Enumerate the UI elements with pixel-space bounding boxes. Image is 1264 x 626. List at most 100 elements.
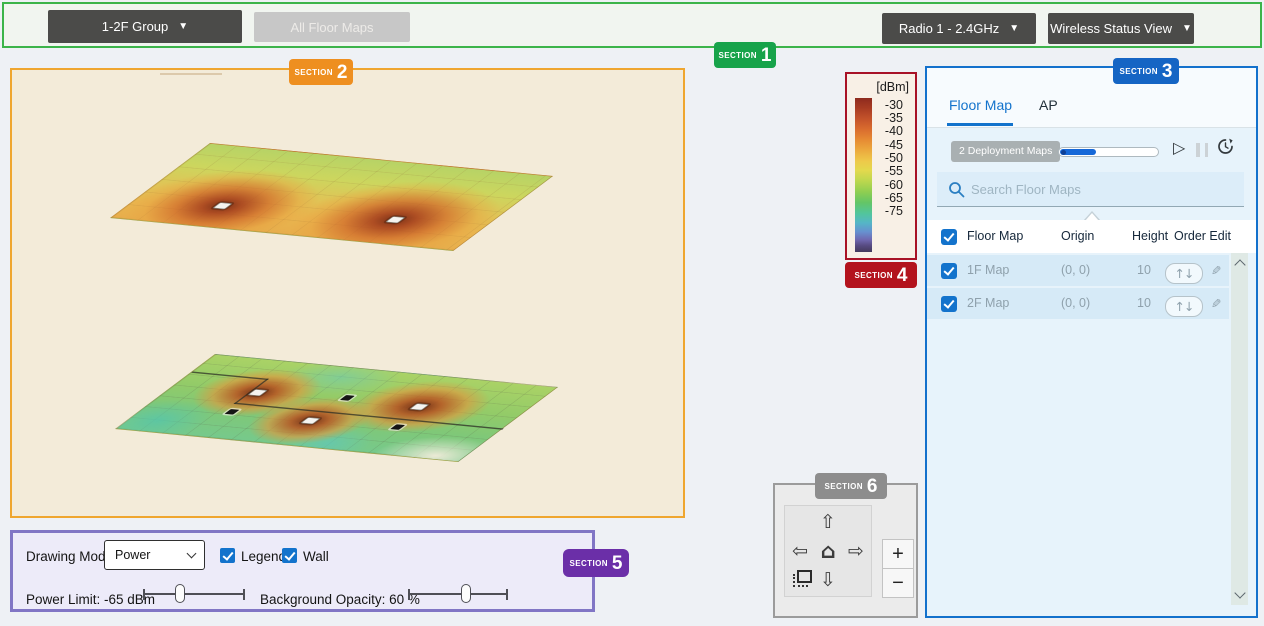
- section-3-badge: SECTION3: [1113, 58, 1179, 84]
- header-order-edit: Order Edit: [1174, 229, 1231, 243]
- deployment-maps-badge: 2 Deployment Maps: [951, 141, 1060, 162]
- active-tab-underline: [947, 123, 1013, 126]
- drawing-mode-select[interactable]: Power: [104, 540, 205, 570]
- top-toolbar: 1-2F Group ▼ All Floor Maps Radio 1 - 2.…: [2, 2, 1262, 48]
- edit-pencil-icon[interactable]: ✎: [1211, 296, 1221, 311]
- all-floor-maps-button[interactable]: All Floor Maps: [254, 12, 410, 42]
- wall-line: [191, 371, 269, 380]
- pan-up-button[interactable]: ⇧: [815, 509, 841, 535]
- row-name: 2F Map: [967, 296, 1009, 310]
- section-6-badge: SECTION6: [815, 473, 887, 499]
- chevron-down-icon: ▼: [1182, 23, 1192, 34]
- floor-map-panel: Floor Map AP 2 Deployment Maps ▷ Floor M…: [925, 66, 1258, 618]
- legend-tick: -45: [885, 138, 903, 152]
- all-floor-maps-label: All Floor Maps: [290, 20, 373, 35]
- radio-select-label: Radio 1 - 2.4GHz: [899, 21, 999, 36]
- view-select[interactable]: Wireless Status View ▼: [1048, 13, 1194, 44]
- select-all-checkbox[interactable]: [941, 229, 957, 245]
- ap-marker[interactable]: [300, 417, 320, 424]
- row-name: 1F Map: [967, 263, 1009, 277]
- pause-icon[interactable]: [1196, 143, 1208, 157]
- floormap-2f-heatmap[interactable]: [110, 143, 553, 251]
- scroll-down-icon[interactable]: [1234, 587, 1245, 598]
- legend-tick: -50: [885, 151, 903, 165]
- tab-floor-map[interactable]: Floor Map: [949, 97, 1012, 113]
- section-2-badge: SECTION2: [289, 59, 353, 85]
- power-limit-label: Power Limit: -65 dBm: [26, 592, 155, 607]
- pan-left-button[interactable]: ⇦: [787, 538, 813, 564]
- section-5-badge: SECTION5: [563, 549, 629, 577]
- legend-tick: -35: [885, 111, 903, 125]
- panel-tabbar: Floor Map AP: [927, 68, 1256, 128]
- map-viewport[interactable]: [10, 68, 685, 518]
- ap-marker[interactable]: [212, 202, 232, 209]
- group-select[interactable]: 1-2F Group ▼: [48, 10, 242, 43]
- progress-start-dot: [1061, 150, 1066, 155]
- row-checkbox[interactable]: [941, 263, 957, 279]
- pan-right-button[interactable]: ⇨: [843, 538, 869, 564]
- deployment-progress-bar[interactable]: [1058, 147, 1159, 157]
- device-marker[interactable]: [390, 424, 405, 430]
- chevron-down-icon: ▼: [1009, 23, 1019, 34]
- slider-track[interactable]: [143, 593, 245, 595]
- background-opacity-slider[interactable]: [408, 583, 508, 605]
- section-4-badge: SECTION4: [845, 262, 917, 288]
- legend-tick: -55: [885, 164, 903, 178]
- wall-line: [233, 403, 503, 430]
- chevron-down-icon: [187, 549, 197, 559]
- background-opacity-label: Background Opacity: 60 %: [260, 592, 420, 607]
- device-marker[interactable]: [224, 409, 239, 415]
- device-marker[interactable]: [340, 395, 355, 401]
- dbm-legend: [dBm] -30 -35 -40 -45 -50 -55 -60 -65 -7…: [845, 72, 917, 260]
- refresh-history-icon[interactable]: [1216, 137, 1235, 161]
- slider-thumb[interactable]: [461, 584, 471, 603]
- map-artifact-line: [160, 73, 222, 75]
- view-select-label: Wireless Status View: [1050, 21, 1172, 36]
- table-row-2f-map[interactable]: 2F Map (0, 0) 10 ↑↓ ✎: [927, 288, 1229, 319]
- row-height: 10: [1137, 296, 1151, 310]
- row-height: 10: [1137, 263, 1151, 277]
- panel-scrollbar[interactable]: [1231, 253, 1248, 605]
- ap-marker[interactable]: [409, 403, 429, 410]
- row-origin: (0, 0): [1061, 296, 1090, 310]
- group-select-label: 1-2F Group: [102, 19, 168, 34]
- drawing-mode-value: Power: [115, 548, 150, 562]
- legend-checkbox[interactable]: [220, 548, 235, 563]
- drawing-controls: Drawing Mode: Power Legend Wall Power Li…: [10, 530, 595, 612]
- zoom-in-button[interactable]: +: [882, 539, 914, 569]
- legend-tick: -40: [885, 124, 903, 138]
- tab-ap[interactable]: AP: [1039, 97, 1058, 113]
- play-icon[interactable]: ▷: [1173, 138, 1185, 157]
- slider-track[interactable]: [408, 593, 508, 595]
- legend-checkbox-label: Legend: [241, 549, 286, 564]
- row-origin: (0, 0): [1061, 263, 1090, 277]
- zoom-out-button[interactable]: −: [882, 568, 914, 598]
- ap-marker[interactable]: [385, 216, 405, 223]
- header-floor-map: Floor Map: [967, 229, 1023, 243]
- chevron-down-icon: ▼: [178, 21, 188, 32]
- pan-down-button[interactable]: ⇩: [815, 567, 841, 593]
- reorder-button[interactable]: ↑↓: [1165, 296, 1203, 317]
- wall-checkbox-label: Wall: [303, 549, 329, 564]
- floormap-1f-heatmap[interactable]: [115, 354, 558, 462]
- row-checkbox[interactable]: [941, 296, 957, 312]
- legend-tick: -60: [885, 178, 903, 192]
- header-origin: Origin: [1061, 229, 1094, 243]
- legend-tick: -30: [885, 98, 903, 112]
- wall-checkbox[interactable]: [282, 548, 297, 563]
- home-button[interactable]: ⌂: [815, 538, 841, 564]
- pan-pad: ⇧ ⇦ ⌂ ⇨ ⇩: [784, 505, 872, 597]
- search-box: [937, 172, 1244, 207]
- scroll-up-icon[interactable]: [1234, 259, 1245, 270]
- fit-view-button[interactable]: [787, 567, 813, 593]
- header-height: Height: [1132, 229, 1168, 243]
- radio-select[interactable]: Radio 1 - 2.4GHz ▼: [882, 13, 1036, 44]
- edit-pencil-icon[interactable]: ✎: [1211, 263, 1221, 278]
- slider-thumb[interactable]: [175, 584, 185, 603]
- section-1-badge: SECTION1: [714, 42, 776, 68]
- power-limit-slider[interactable]: [143, 583, 245, 605]
- reorder-button[interactable]: ↑↓: [1165, 263, 1203, 284]
- legend-tick: -75: [885, 204, 903, 218]
- table-row-1f-map[interactable]: 1F Map (0, 0) 10 ↑↓ ✎: [927, 255, 1229, 286]
- search-input[interactable]: [971, 178, 1231, 200]
